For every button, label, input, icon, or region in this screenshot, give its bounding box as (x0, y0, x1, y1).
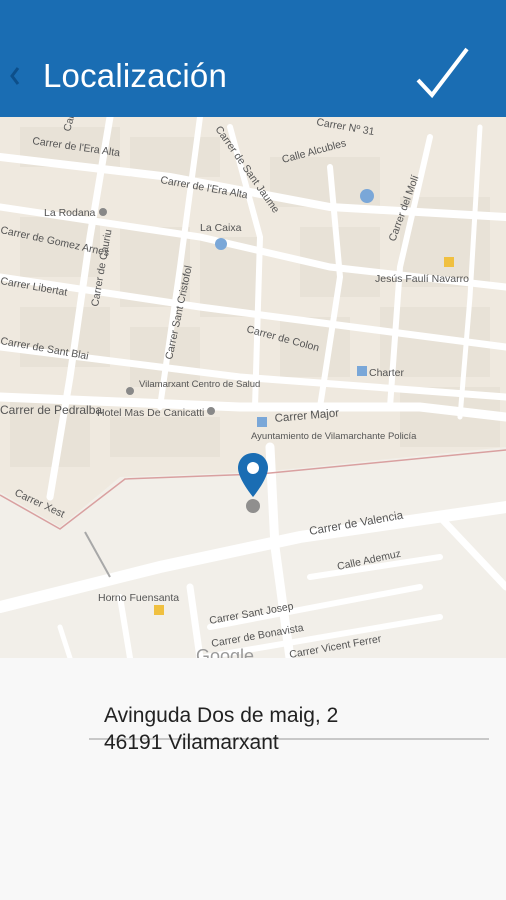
map-pin-icon[interactable] (236, 451, 270, 521)
map-label: Vilamarxant Centro de Salud (139, 379, 260, 390)
hotel-icon (207, 407, 215, 415)
chevron-left-icon[interactable] (8, 58, 22, 94)
page-title: Localización (43, 57, 228, 94)
poi-dot-icon (99, 208, 107, 216)
map-label: Carrer de Pedralba (0, 403, 102, 417)
address-panel: Avinguda Dos de maig, 2 46191 Vilamarxan… (0, 658, 506, 900)
address-line-2: 46191 Vilamarxant (104, 731, 279, 754)
map-label: Carrer de l'Era Alta (159, 174, 248, 201)
app-bar: Localización (0, 0, 506, 117)
map-label: La Rodana (44, 207, 96, 219)
address-line-1: Avinguda Dos de maig, 2 (104, 704, 339, 727)
map-label: Carrer Nº 31 (315, 117, 375, 138)
map-view[interactable]: Calle Carrer Nº 31 Carrer de l'Era Alta … (0, 117, 506, 658)
shop-icon (357, 366, 367, 376)
google-logo: Google (196, 646, 254, 658)
checkmark-icon[interactable] (414, 46, 470, 100)
map-label: Jesús Faulí Navarro (375, 273, 469, 285)
restaurant-icon (444, 257, 454, 267)
map-label: Ayuntamiento de Vilamarchante Policía (251, 431, 417, 442)
atm-icon (360, 189, 374, 203)
town-hall-icon (257, 417, 267, 427)
map-label: Horno Fuensanta (98, 592, 179, 604)
bank-icon (215, 238, 227, 250)
health-icon (126, 387, 134, 395)
bakery-icon (154, 605, 164, 615)
map-canvas: Calle Carrer Nº 31 Carrer de l'Era Alta … (0, 117, 506, 658)
map-label: Charter (369, 367, 405, 379)
address-field[interactable]: Avinguda Dos de maig, 2 46191 Vilamarxan… (89, 681, 489, 754)
map-label: Hotel Mas De Canicatti (97, 407, 204, 419)
map-label: La Caixa (200, 222, 242, 234)
